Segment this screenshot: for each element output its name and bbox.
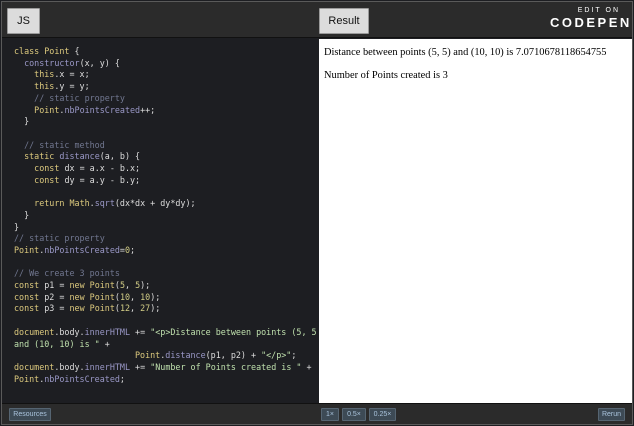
code-token: new — [69, 291, 85, 302]
code-token: document — [14, 361, 55, 372]
code-token: Point — [89, 280, 115, 291]
code-token: 10 — [119, 291, 131, 302]
code-comment: // We create 3 points — [14, 268, 120, 279]
code-token: p1 = — [44, 280, 65, 291]
result-pane[interactable]: Distance between points (5, 5) and (10, … — [319, 39, 632, 403]
code-token: Point — [89, 291, 115, 302]
code-token: += — [135, 361, 146, 372]
tab-result[interactable]: Result — [319, 8, 369, 34]
code-token: nbPointsCreated — [44, 244, 120, 255]
code-token: , — [124, 280, 131, 291]
result-count-text: Number of Points created is 3 — [324, 70, 448, 81]
code-comment: // static property — [34, 92, 125, 103]
tab-js[interactable]: JS — [7, 8, 40, 34]
code-token: { — [74, 46, 80, 56]
code-token: .body. — [54, 326, 85, 337]
code-token: dy = a.y - b.y; — [64, 174, 141, 185]
code-token: .y = y; — [54, 81, 90, 92]
js-code-block: class Point { constructor(x, y) { this.x… — [14, 46, 318, 385]
code-pane[interactable]: class Point { constructor(x, y) { this.x… — [2, 39, 318, 403]
code-token: .body. — [54, 361, 85, 372]
code-token: class — [14, 46, 40, 56]
code-token: ); — [150, 303, 161, 314]
code-token: p2 = — [44, 291, 65, 302]
code-token: this — [34, 69, 55, 80]
code-token: p3 = — [44, 303, 65, 314]
code-comment: // static method — [24, 139, 105, 150]
code-token: nbPointsCreated — [44, 373, 120, 384]
brand-edit-label: EDIT ON — [577, 7, 620, 14]
code-token: Point — [135, 350, 161, 361]
code-string: and (10, 10) is " — [14, 338, 100, 349]
code-string: "</p>" — [261, 350, 292, 361]
code-token: const — [34, 163, 60, 174]
code-token: ; — [130, 244, 136, 255]
code-token: const — [14, 303, 40, 314]
code-token: distance — [165, 350, 206, 361]
embed-header: JS Result EDIT ON CODEPEN — [2, 2, 632, 38]
zoom-0-5x-button[interactable]: 0.5× — [342, 408, 366, 421]
code-token: document — [14, 326, 55, 337]
code-token: constructor — [24, 57, 80, 68]
code-token: return — [34, 198, 65, 209]
resources-button[interactable]: Resources — [9, 408, 51, 421]
code-token: .x = x; — [54, 69, 90, 80]
code-token: this — [34, 81, 55, 92]
code-token: 10 — [140, 291, 151, 302]
code-token: (a, b) { — [99, 151, 141, 162]
code-token: const — [14, 280, 40, 291]
code-token: innerHTML — [84, 361, 130, 372]
code-token: new — [69, 303, 85, 314]
edit-on-codepen-link[interactable]: EDIT ON CODEPEN — [550, 6, 632, 34]
code-token: Point — [14, 373, 40, 384]
codepen-embed: JS Result EDIT ON CODEPEN class Point { … — [1, 1, 633, 425]
zoom-1x-button[interactable]: 1× — [321, 408, 339, 421]
code-token: Point — [89, 303, 115, 314]
code-token: const — [14, 291, 40, 302]
code-token: ; — [119, 373, 125, 384]
code-string: "Number of Points created is " — [150, 361, 302, 372]
code-token: const — [34, 174, 60, 185]
code-token: (x, y) { — [79, 57, 120, 68]
code-token: } — [24, 209, 30, 220]
code-token: 12 — [119, 303, 131, 314]
code-token: ); — [150, 291, 161, 302]
code-token: Point — [14, 244, 40, 255]
code-token: += — [135, 326, 146, 337]
code-token: + — [104, 338, 110, 349]
codepen-logo-text: CODEPEN — [550, 15, 632, 30]
code-token: } — [24, 116, 30, 127]
code-token: static — [24, 151, 55, 162]
code-token: ++; — [140, 104, 156, 115]
code-token: , — [130, 303, 136, 314]
code-token: Math — [69, 198, 90, 209]
code-token: + — [306, 361, 312, 372]
code-token: (dx*dx + dy*dy); — [114, 198, 196, 209]
code-token: sqrt — [94, 198, 115, 209]
code-token: } — [14, 221, 20, 232]
code-token: Point — [44, 46, 70, 56]
code-token: nbPointsCreated — [64, 104, 141, 115]
rerun-button[interactable]: Rerun — [598, 408, 625, 421]
code-comment: // static property — [14, 233, 105, 244]
code-token: 27 — [140, 303, 151, 314]
zoom-0-25x-button[interactable]: 0.25× — [369, 408, 396, 421]
code-string: "<p>Distance between points (5, 5) — [150, 326, 318, 337]
code-token: new — [69, 280, 85, 291]
code-token: ); — [140, 280, 151, 291]
code-token: innerHTML — [84, 326, 130, 337]
code-token: Point — [34, 104, 60, 115]
code-token: dx = a.x - b.x; — [64, 163, 141, 174]
result-distance-text: Distance between points (5, 5) and (10, … — [324, 47, 607, 58]
code-token: (p1, p2) + — [205, 350, 257, 361]
code-token: distance — [59, 151, 100, 162]
code-token: , — [130, 291, 136, 302]
code-token: ; — [291, 350, 297, 361]
embed-footer: Resources 1× 0.5× 0.25× Rerun — [2, 403, 632, 424]
